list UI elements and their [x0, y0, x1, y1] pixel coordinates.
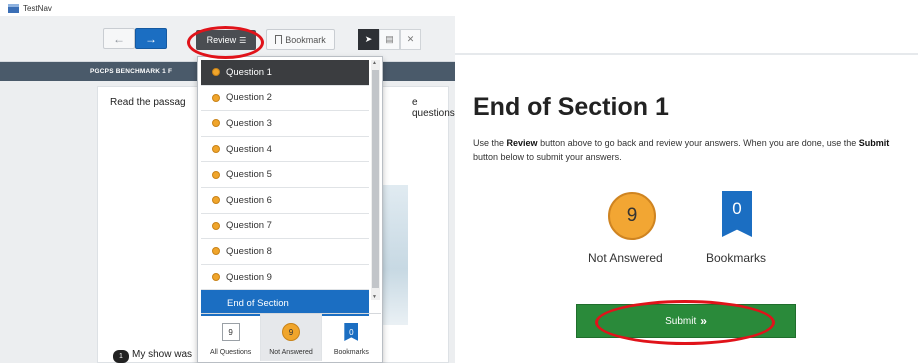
review-question-list: Question 1 Question 2 Question 3 Questio… [201, 60, 369, 316]
review-item-label: Question 1 [226, 66, 272, 78]
unanswered-dot-icon [212, 68, 220, 77]
not-answered-count-badge[interactable]: 9 [608, 192, 656, 240]
review-list-icon: ☰ [239, 35, 246, 45]
review-item-label: Question 3 [226, 117, 272, 129]
close-icon: ✕ [406, 34, 415, 44]
instr-part: button below to submit your answers. [473, 152, 622, 162]
submit-button[interactable]: Submit » [576, 304, 796, 338]
eliminator-icon: ▤ [385, 34, 394, 44]
review-item-label: Question 7 [226, 220, 272, 232]
question-number-badge: 1 [113, 350, 129, 363]
review-item-label: Question 9 [226, 271, 272, 283]
tab-bookmarks[interactable]: 0 Bookmarks [322, 314, 381, 361]
page-title: End of Section 1 [473, 93, 669, 121]
divider [455, 53, 918, 55]
scroll-up-icon[interactable]: ▲ [372, 60, 377, 66]
tool-group: ➤ ▤ ✕ [358, 29, 421, 50]
review-item-question-2[interactable]: Question 2 [201, 85, 369, 112]
pointer-icon: ➤ [364, 34, 373, 44]
scroll-down-icon[interactable]: ▼ [372, 294, 377, 300]
close-tool-button[interactable]: ✕ [400, 29, 421, 50]
back-button[interactable]: ← [103, 28, 135, 49]
app-title: TestNav [23, 3, 52, 13]
next-button[interactable]: → [135, 28, 167, 49]
review-item-label: Question 2 [226, 92, 272, 104]
bookmark-icon [275, 35, 283, 44]
review-item-label: Question 6 [226, 194, 272, 206]
passage-instruction-start: Read the passag [110, 97, 186, 108]
bookmark-label: Bookmark [285, 34, 326, 45]
instr-part: button above to go back and review your … [537, 138, 859, 148]
submit-label: Submit [665, 315, 697, 327]
review-item-label: Question 4 [226, 143, 272, 155]
tab-label: Not Answered [269, 349, 313, 356]
review-item-question-8[interactable]: Question 8 [201, 239, 369, 265]
tab-label: All Questions [210, 349, 252, 356]
answer-eliminator-button[interactable]: ▤ [379, 29, 400, 50]
test-title: PGCPS BENCHMARK 1 F [90, 68, 173, 75]
screenshot-root: TestNav ← → Review ☰ Bookmark ➤ ▤ ✕ PGCP… [0, 0, 918, 363]
all-questions-count: 9 [221, 323, 240, 341]
review-dropdown: Question 1 Question 2 Question 3 Questio… [197, 56, 383, 363]
testnav-logo-icon [8, 3, 19, 13]
app-title-bar: TestNav [0, 0, 455, 16]
bookmarks-label: Bookmarks [706, 251, 767, 265]
unanswered-dot-icon [212, 93, 220, 102]
end-of-section-label: End of Section [227, 297, 289, 309]
instructions-text: Use the Review button above to go back a… [473, 136, 893, 164]
unanswered-dot-icon [212, 196, 220, 205]
review-item-label: Question 8 [226, 245, 272, 257]
tab-not-answered[interactable]: 9 Not Answered [261, 314, 322, 361]
review-item-question-4[interactable]: Question 4 [201, 136, 369, 163]
not-answered-count: 9 [281, 323, 300, 341]
review-scrollbar[interactable]: ▲ ▼ [371, 60, 380, 300]
review-item-question-3[interactable]: Question 3 [201, 111, 369, 137]
not-answered-label: Not Answered [588, 251, 663, 265]
unanswered-dot-icon [212, 145, 220, 154]
tab-all-questions[interactable]: 9 All Questions [201, 314, 262, 361]
review-item-label: Question 5 [226, 169, 272, 181]
review-filter-tabs: 9 All Questions 9 Not Answered 0 Bookmar… [201, 313, 381, 361]
unanswered-dot-icon [212, 273, 220, 282]
double-chevron-right-icon: » [700, 314, 707, 328]
review-item-question-1[interactable]: Question 1 [201, 60, 369, 86]
end-of-section-panel: End of Section 1 Use the Review button a… [455, 0, 918, 363]
review-button[interactable]: Review ☰ [196, 30, 256, 50]
arrow-right-icon: → [145, 31, 157, 46]
unanswered-dot-icon [212, 170, 220, 179]
unanswered-dot-icon [212, 119, 220, 128]
question-text: My show was [132, 349, 193, 360]
review-item-question-5[interactable]: Question 5 [201, 162, 369, 188]
passage-instruction-end: e questions. [412, 97, 455, 119]
unanswered-dot-icon [212, 221, 220, 230]
instr-part: Use the [473, 138, 507, 148]
review-label: Review [206, 35, 237, 45]
scrollbar-thumb[interactable] [372, 70, 379, 288]
instr-submit-word: Submit [858, 138, 890, 148]
review-item-question-9[interactable]: Question 9 [201, 264, 369, 291]
review-item-question-7[interactable]: Question 7 [201, 213, 369, 240]
bookmark-button[interactable]: Bookmark [266, 29, 335, 50]
bookmarks-count: 0 [344, 323, 359, 341]
instr-review-word: Review [506, 138, 538, 148]
tab-label: Bookmarks [333, 349, 369, 356]
pointer-tool-button[interactable]: ➤ [358, 29, 379, 50]
review-item-question-6[interactable]: Question 6 [201, 187, 369, 214]
arrow-left-icon: ← [113, 31, 125, 46]
unanswered-dot-icon [212, 247, 220, 256]
testnav-window: TestNav ← → Review ☰ Bookmark ➤ ▤ ✕ PGCP… [0, 0, 455, 363]
bookmarks-count-badge[interactable]: 0 [722, 191, 752, 237]
